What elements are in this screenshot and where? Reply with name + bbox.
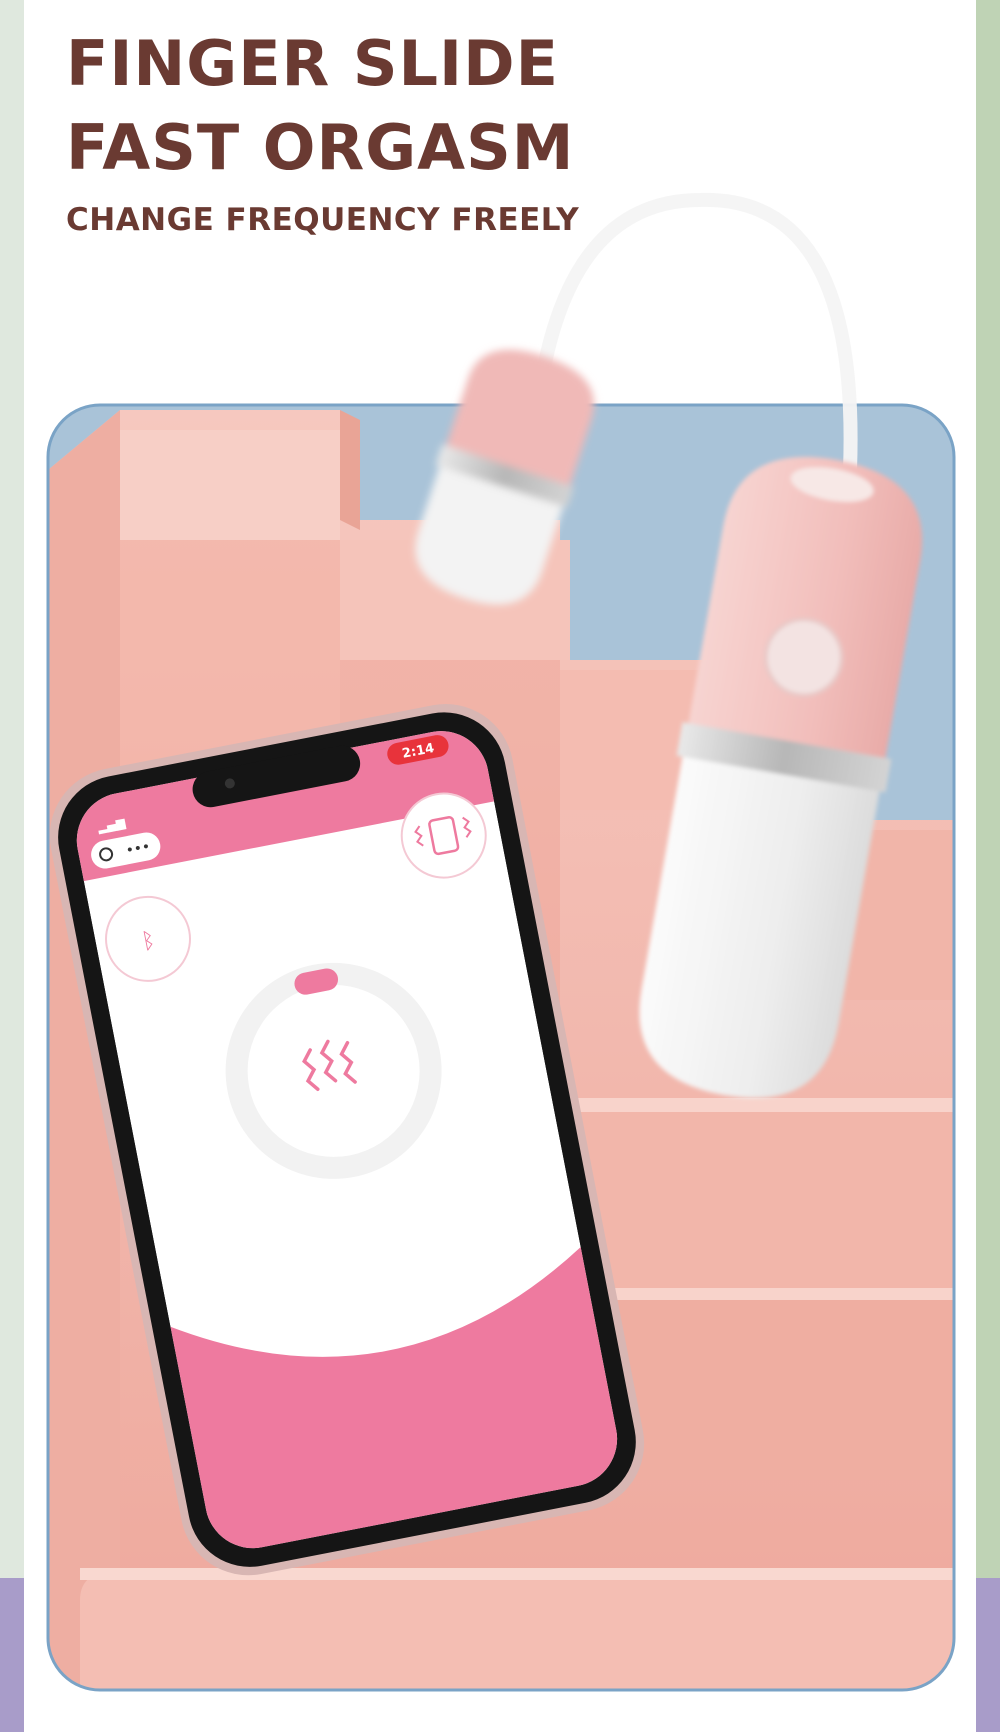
headline: FINGER SLIDE FAST ORGASM bbox=[66, 22, 574, 190]
headline-line-2: FAST ORGASM bbox=[66, 111, 575, 184]
subtitle: CHANGE FREQUENCY FREELY bbox=[66, 202, 580, 238]
product-page: ••• ᛒ 2:14 ▂▄▆ FINGER SLIDE FAST ORGASM … bbox=[0, 0, 1000, 1732]
product-scene: ••• ᛒ 2:14 ▂▄▆ bbox=[46, 192, 956, 1692]
headline-line-1: FINGER SLIDE bbox=[66, 27, 559, 100]
